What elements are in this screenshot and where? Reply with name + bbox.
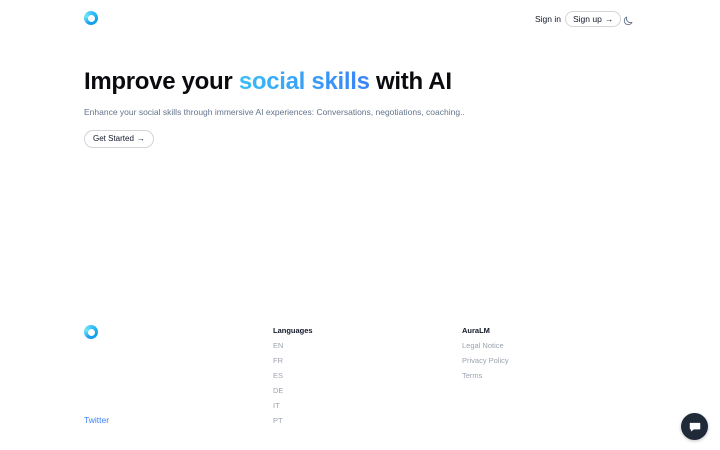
list-item: PT (273, 416, 283, 431)
sign-in-link[interactable]: Sign in (535, 14, 561, 24)
brand-links-list: Legal Notice Privacy Policy Terms (462, 341, 509, 386)
languages-heading: Languages (273, 326, 313, 335)
arrow-right-icon: → (136, 134, 145, 143)
hero-subtitle: Enhance your social skills through immer… (84, 107, 465, 117)
terms-link[interactable]: Terms (462, 371, 482, 380)
list-item: EN (273, 341, 283, 356)
languages-list: EN FR ES DE IT PT (273, 341, 283, 431)
list-item: FR (273, 356, 283, 371)
sign-up-label: Sign up (573, 13, 602, 24)
language-link-it[interactable]: IT (273, 401, 280, 410)
language-link-pt[interactable]: PT (273, 416, 283, 425)
chat-widget-button[interactable] (681, 413, 708, 440)
hero-title-prefix: Improve your (84, 68, 239, 95)
footer-logo-icon[interactable] (84, 325, 98, 339)
list-item: Terms (462, 371, 509, 386)
moon-icon (623, 16, 633, 26)
list-item: ES (273, 371, 283, 386)
list-item: DE (273, 386, 283, 401)
language-link-es[interactable]: ES (273, 371, 283, 380)
legal-notice-link[interactable]: Legal Notice (462, 341, 504, 350)
sign-up-button[interactable]: Sign up → (565, 11, 622, 27)
theme-toggle-button[interactable] (622, 14, 634, 26)
twitter-link[interactable]: Twitter (84, 415, 109, 425)
hero-title-suffix: with AI (369, 68, 452, 95)
hero-title: Improve your social skills with AI (84, 68, 452, 96)
chat-bubble-icon (689, 422, 700, 432)
list-item: Legal Notice (462, 341, 509, 356)
language-link-de[interactable]: DE (273, 386, 283, 395)
get-started-button[interactable]: Get Started → (84, 130, 154, 148)
get-started-label: Get Started (93, 134, 134, 143)
arrow-right-icon: → (604, 13, 614, 24)
hero-title-accent: social skills (238, 68, 370, 95)
language-link-en[interactable]: EN (273, 341, 283, 350)
list-item: Privacy Policy (462, 356, 509, 371)
privacy-policy-link[interactable]: Privacy Policy (462, 356, 509, 365)
list-item: IT (273, 401, 283, 416)
brand-heading: AuraLM (462, 326, 490, 335)
language-link-fr[interactable]: FR (273, 356, 283, 365)
logo-icon[interactable] (84, 11, 98, 25)
